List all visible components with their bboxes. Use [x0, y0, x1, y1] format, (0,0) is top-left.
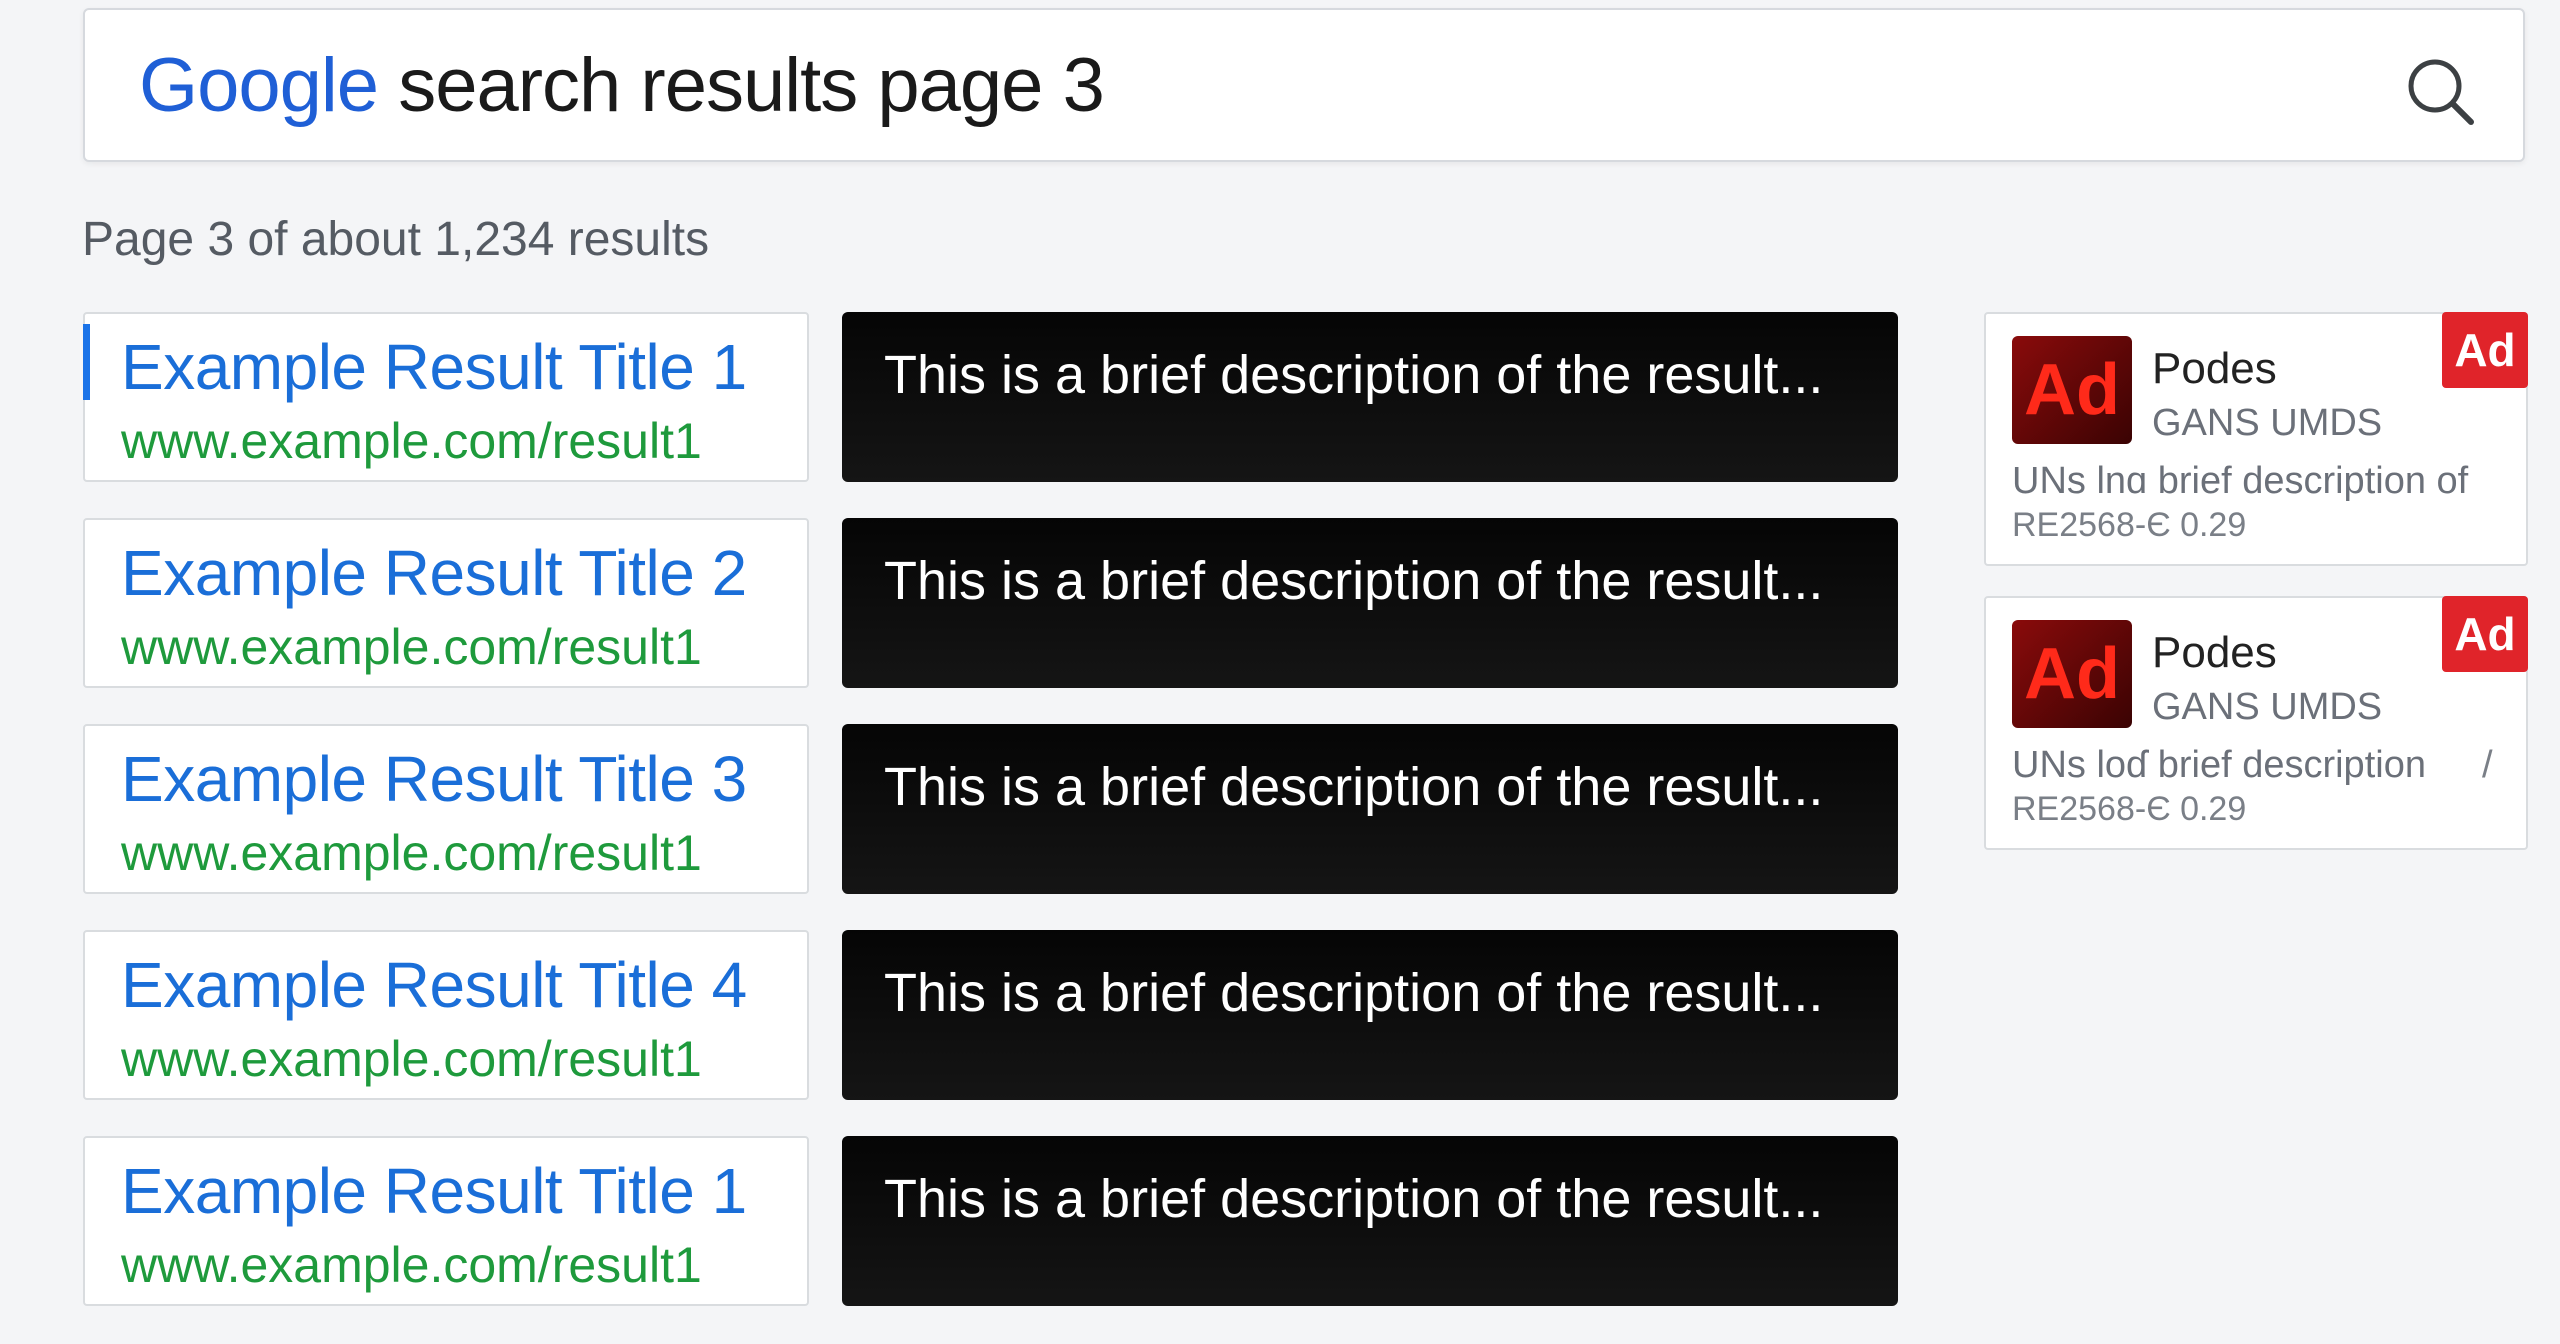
result-url[interactable]: www.example.com/result1 [121, 1030, 702, 1088]
result-description: This is a brief description of the resul… [842, 1136, 1898, 1306]
result-url[interactable]: www.example.com/result1 [121, 824, 702, 882]
result-url[interactable]: www.example.com/result1 [121, 1236, 702, 1294]
result-title-link[interactable]: Example Result Title 4 [121, 948, 747, 1022]
ad-subtitle: GANS UMDS [2152, 686, 2383, 728]
result-title-link[interactable]: Example Result Title 2 [121, 536, 747, 610]
ad-logo: Ad [2012, 620, 2132, 728]
ad-badge: Ad [2442, 596, 2528, 672]
result-card[interactable]: Example Result Title 1 www.example.com/r… [83, 312, 809, 482]
ad-description: UNs lnɑ brief description of [2012, 460, 2469, 502]
ad-name[interactable]: Podes [2152, 628, 2277, 678]
ad-code: RE2568-Є 0.29 [2012, 790, 2247, 828]
ad-card[interactable]: Ad Ad Podes GANS UMDS UNs loɗ brief desc… [1984, 596, 2528, 850]
ad-subtitle: GANS UMDS [2152, 402, 2383, 444]
result-description-text: This is a brief description of the resul… [884, 757, 1824, 817]
ad-badge-text: Ad [2454, 608, 2516, 660]
result-description-text: This is a brief description of the resul… [884, 1169, 1824, 1229]
ad-logo: Ad [2012, 336, 2132, 444]
result-url[interactable]: www.example.com/result1 [121, 618, 702, 676]
result-description: This is a brief description of the resul… [842, 930, 1898, 1100]
result-description-text: This is a brief description of the resul… [884, 345, 1824, 405]
search-results-page: Google search results page 3 Page 3 of a… [0, 0, 2560, 1344]
ad-code: RE2568-Є 0.29 [2012, 506, 2247, 544]
search-brand-text: Google [139, 42, 379, 128]
ad-description: UNs loɗ brief description [2012, 744, 2426, 786]
ad-badge: Ad [2442, 312, 2528, 388]
search-icon[interactable] [2403, 54, 2477, 128]
result-title-link[interactable]: Example Result Title 1 [121, 330, 747, 404]
result-description-text: This is a brief description of the resul… [884, 963, 1824, 1023]
ad-card[interactable]: Ad Ad Podes GANS UMDS UNs lnɑ brief desc… [1984, 312, 2528, 566]
ad-logo-text: Ad [2024, 634, 2120, 714]
ad-logo-text: Ad [2024, 350, 2120, 430]
result-description: This is a brief description of the resul… [842, 518, 1898, 688]
search-query-text: search results page 3 [378, 42, 1105, 128]
result-description-text: This is a brief description of the resul… [884, 551, 1824, 611]
result-card[interactable]: Example Result Title 1 www.example.com/r… [83, 1136, 809, 1306]
search-bar[interactable]: Google search results page 3 [83, 8, 2525, 162]
result-description: This is a brief description of the resul… [842, 724, 1898, 894]
search-input[interactable]: Google search results page 3 [139, 42, 1105, 129]
result-title-link[interactable]: Example Result Title 1 [121, 1154, 747, 1228]
ad-name[interactable]: Podes [2152, 344, 2277, 394]
result-title-link[interactable]: Example Result Title 3 [121, 742, 747, 816]
ad-mark: / [2482, 744, 2493, 786]
result-url[interactable]: www.example.com/result1 [121, 412, 702, 470]
ad-badge-text: Ad [2454, 324, 2516, 376]
results-count: Page 3 of about 1,234 results [82, 213, 710, 266]
result-description: This is a brief description of the resul… [842, 312, 1898, 482]
result-card[interactable]: Example Result Title 2 www.example.com/r… [83, 518, 809, 688]
result-card[interactable]: Example Result Title 3 www.example.com/r… [83, 724, 809, 894]
result-card[interactable]: Example Result Title 4 www.example.com/r… [83, 930, 809, 1100]
